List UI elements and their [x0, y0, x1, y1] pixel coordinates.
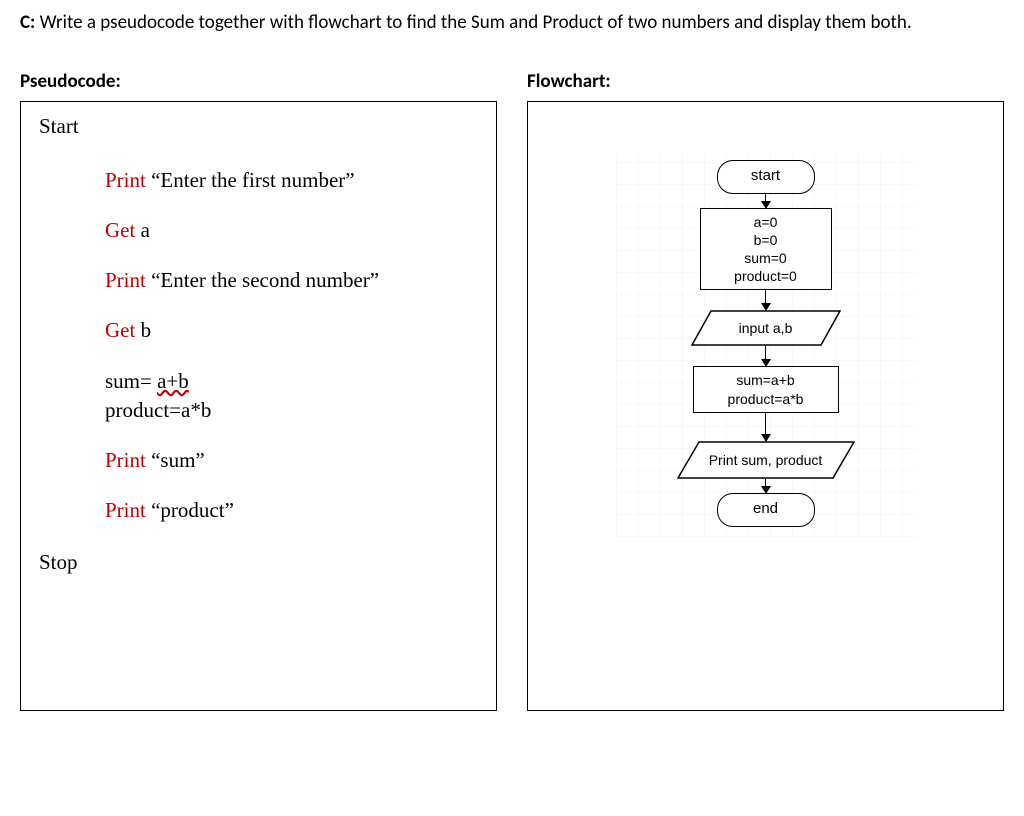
flowchart-end: end — [717, 493, 815, 527]
pc-keyword: Print — [105, 448, 146, 472]
pc-text: “sum” — [146, 448, 205, 472]
question-text: Write a pseudocode together with flowcha… — [40, 11, 912, 34]
pc-text: a — [135, 218, 150, 242]
pc-text: sum= — [105, 369, 157, 393]
flowchart-start: start — [717, 160, 815, 194]
question-prompt: C: Write a pseudocode together with flow… — [20, 10, 1004, 36]
flowchart-column: Flowchart: start a=0 b=0 sum=0 product=0… — [527, 70, 1004, 711]
flowchart-arrow — [765, 479, 766, 493]
fc-text: sum=0 — [711, 249, 821, 267]
pseudocode-box: Start Print “Enter the first number” Get… — [20, 101, 497, 711]
pc-start: Start — [39, 114, 478, 139]
pc-line-print2: Print “Enter the second number” — [105, 267, 478, 293]
pc-line-printproduct: Print “product” — [105, 497, 478, 523]
flowchart-calc: sum=a+b product=a*b — [693, 366, 839, 412]
pseudocode-heading: Pseudocode: — [20, 70, 497, 93]
pseudocode-column: Pseudocode: Start Print “Enter the first… — [20, 70, 497, 711]
pc-text: “Enter the second number” — [146, 268, 379, 292]
fc-text: sum=a+b — [704, 371, 828, 389]
pc-line-get-a: Get a — [105, 217, 478, 243]
fc-text: b=0 — [711, 231, 821, 249]
pc-keyword: Print — [105, 168, 146, 192]
pc-text-wavy: a+b — [157, 369, 189, 393]
pc-keyword: Print — [105, 498, 146, 522]
flowchart-diagram: start a=0 b=0 sum=0 product=0 input a,b — [616, 154, 916, 537]
pc-keyword: Get — [105, 318, 135, 342]
flowchart-input: input a,b — [691, 310, 841, 346]
pc-line-product: product=a*b — [105, 397, 478, 423]
fc-text: a=0 — [711, 213, 821, 231]
pc-text: “Enter the first number” — [146, 168, 355, 192]
pc-text: “product” — [146, 498, 234, 522]
pc-line-printsum: Print “sum” — [105, 447, 478, 473]
pc-text: b — [135, 318, 151, 342]
fc-text: product=a*b — [704, 390, 828, 408]
flowchart-heading: Flowchart: — [527, 70, 1004, 93]
pc-keyword: Print — [105, 268, 146, 292]
flowchart-arrow — [765, 346, 766, 366]
pc-stop: Stop — [39, 550, 478, 575]
pc-line-print1: Print “Enter the first number” — [105, 167, 478, 193]
flowchart-arrow — [765, 290, 766, 310]
flowchart-box: start a=0 b=0 sum=0 product=0 input a,b — [527, 101, 1004, 711]
flowchart-output: Print sum, product — [677, 441, 855, 479]
flowchart-arrow — [765, 194, 766, 208]
flowchart-arrow — [765, 413, 766, 441]
question-label: C: — [20, 11, 35, 34]
flowchart-init: a=0 b=0 sum=0 product=0 — [700, 208, 832, 291]
fc-text: Print sum, product — [677, 441, 855, 479]
fc-text: input a,b — [691, 310, 841, 346]
pc-line-get-b: Get b — [105, 317, 478, 343]
pc-keyword: Get — [105, 218, 135, 242]
fc-text: product=0 — [711, 267, 821, 285]
pc-line-sum: sum= a+b — [105, 368, 478, 395]
